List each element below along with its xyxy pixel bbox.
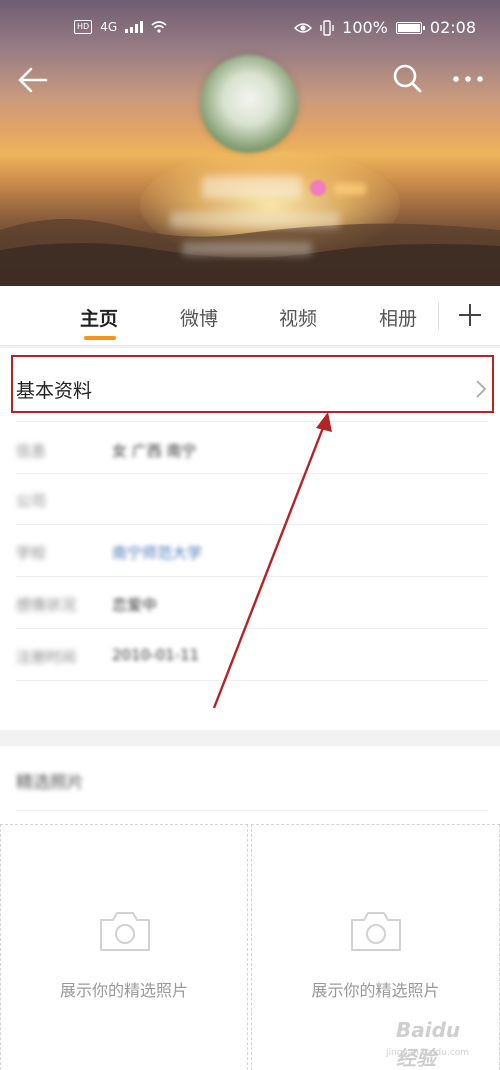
tab-home[interactable]: 主页 — [80, 304, 118, 331]
school-row-value[interactable]: 南宁师范大学 — [112, 542, 202, 563]
battery-percent: 100% — [342, 18, 388, 37]
school-row-label: 学校 — [16, 544, 47, 562]
avatar[interactable] — [200, 55, 298, 153]
divider — [16, 421, 488, 422]
divider — [16, 628, 488, 629]
search-icon[interactable] — [392, 62, 422, 96]
info-row-label: 信息 — [16, 442, 47, 460]
basic-info-card: 基本资料 信息 女 广西 南宁 公司 学校 南宁师范大学 感情状况 恋爱中 注册… — [0, 348, 500, 730]
battery-fill — [397, 23, 420, 32]
register-time-row-value: 2010-01-11 — [112, 646, 200, 664]
photo-slot-caption: 展示你的精选照片 — [311, 981, 440, 1000]
baidu-jingyan-watermark: Baidu 经验 jingyan.baidu.com — [384, 1010, 484, 1070]
status-right: 100% 02:08 — [294, 18, 476, 37]
member-badge-icon — [310, 180, 326, 196]
watermark-url: jingyan.baidu.com — [386, 1048, 470, 1058]
tab-weibo[interactable]: 微博 — [180, 304, 218, 331]
profile-name — [202, 176, 302, 198]
photo-slot-caption: 展示你的精选照片 — [59, 981, 188, 1000]
vip-badge-icon — [334, 183, 366, 195]
divider — [16, 680, 488, 681]
status-left: HD 4G — [74, 20, 167, 34]
divider — [16, 576, 488, 577]
featured-photos-title: 精选照片 — [16, 773, 84, 793]
eye-icon — [294, 22, 313, 33]
hd-icon: HD — [74, 20, 93, 34]
battery-icon — [395, 21, 425, 34]
signal-icon — [125, 21, 144, 33]
network-label: 4G — [100, 20, 118, 34]
tab-video[interactable]: 视频 — [279, 304, 317, 331]
relationship-row-value: 恋爱中 — [112, 596, 158, 614]
plus-icon[interactable] — [455, 298, 485, 332]
company-row-label: 公司 — [16, 492, 47, 510]
active-tab-indicator — [84, 336, 116, 340]
vibrate-icon — [320, 19, 334, 36]
tab-divider — [438, 302, 439, 330]
info-row-value: 女 广西 南宁 — [112, 442, 197, 460]
more-dots-icon[interactable] — [450, 64, 486, 94]
clock: 02:08 — [429, 18, 476, 37]
profile-meta[interactable] — [182, 242, 312, 256]
profile-bio — [170, 212, 340, 228]
annotation-highlight-box — [11, 355, 494, 413]
tab-album[interactable]: 相册 — [379, 304, 417, 331]
camera-icon — [351, 912, 401, 951]
photo-slot[interactable]: 展示你的精选照片 — [0, 824, 248, 1070]
divider — [16, 473, 488, 474]
camera-icon — [100, 912, 150, 951]
status-bar: HD 4G 100% 02:08 — [0, 0, 500, 58]
divider — [16, 810, 488, 811]
wifi-icon — [151, 21, 167, 33]
profile-tabs: 主页 微博 视频 相册 — [0, 286, 500, 346]
profile-cover: HD 4G 100% 02:08 — [0, 0, 500, 286]
back-arrow-icon[interactable] — [14, 62, 50, 98]
watermark-logo: Baidu 经验 — [396, 1018, 461, 1070]
profile-page: HD 4G 100% 02:08 主页 微博 视频 相册 基本资料 信息 女 广… — [0, 0, 500, 1070]
relationship-row-label: 感情状况 — [16, 596, 77, 614]
divider — [16, 524, 488, 525]
register-time-row-label: 注册时间 — [16, 648, 77, 666]
